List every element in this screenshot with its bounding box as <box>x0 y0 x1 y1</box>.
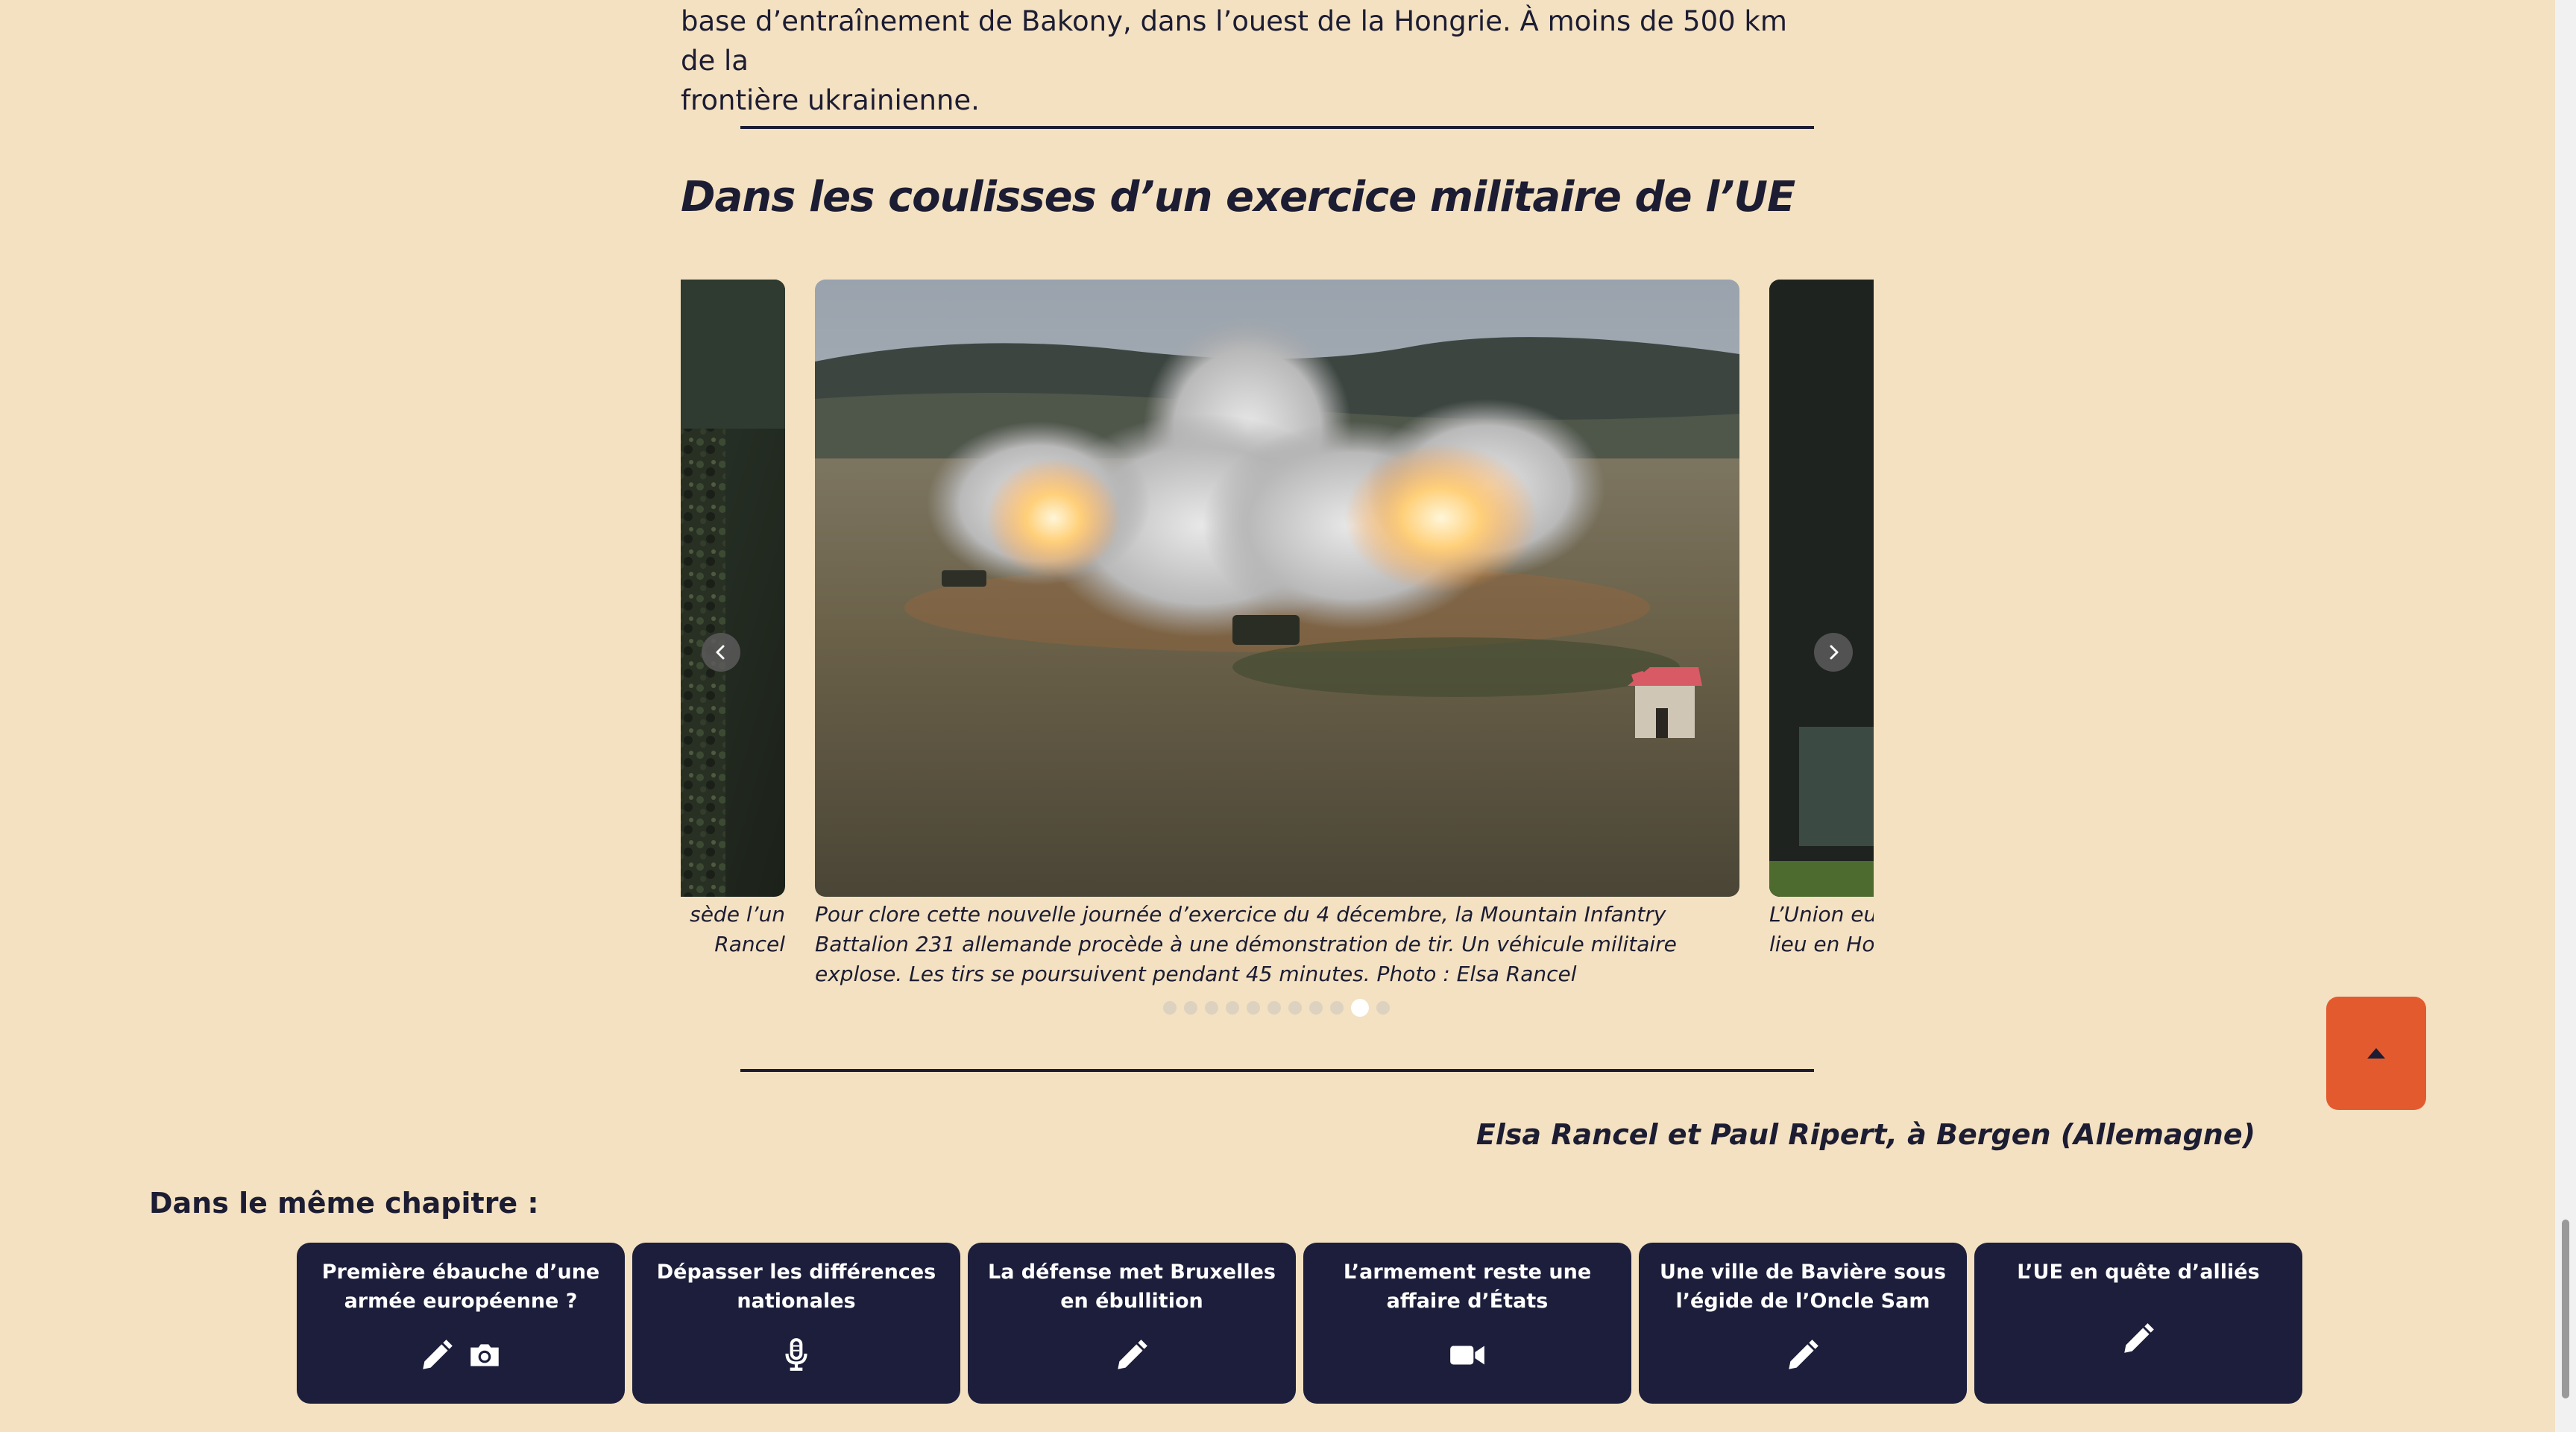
intro-line-2: frontière ukrainienne. <box>681 84 980 116</box>
section-title: Dans les coulisses d’un exercice militai… <box>681 173 1795 221</box>
chapter-card-2[interactable]: Dépasser les différences nationales <box>632 1243 960 1404</box>
carousel-dot[interactable] <box>1226 1001 1239 1015</box>
carousel-slide-next[interactable]: L’Union eur lieu en Hon <box>1769 280 1874 959</box>
carousel-dot[interactable] <box>1376 1001 1390 1015</box>
slide-caption-previous: sède l’un Rancel <box>681 900 785 959</box>
microphone-icon <box>785 1338 807 1371</box>
chapter-card-6[interactable]: L’UE en quête d’alliés <box>1974 1243 2302 1404</box>
card-icons <box>1303 1337 1631 1374</box>
chapter-heading: Dans le même chapitre : <box>149 1187 539 1220</box>
carousel-next-button[interactable] <box>1814 633 1853 672</box>
pencil-icon <box>2124 1323 2154 1353</box>
explosion-photo <box>815 280 1739 897</box>
divider-top <box>740 126 1814 129</box>
slide-caption-next: L’Union eur lieu en Hon <box>1769 900 1874 959</box>
back-to-top-button[interactable] <box>2326 997 2426 1110</box>
divider-bottom <box>740 1069 1814 1072</box>
pencil-icon <box>1789 1340 1818 1369</box>
carousel-dot[interactable] <box>1309 1001 1323 1015</box>
author-byline: Elsa Rancel et Paul Ripert, à Bergen (Al… <box>1476 1118 2255 1151</box>
carousel-dot[interactable] <box>1351 999 1369 1017</box>
card-title: L’armement reste une affaire d’États <box>1343 1261 1592 1313</box>
intro-paragraph: base d’entraînement de Bakony, dans l’ou… <box>681 1 1814 120</box>
arrow-up-icon <box>2367 1048 2385 1059</box>
scrollbar-thumb[interactable] <box>2562 1220 2569 1398</box>
card-icons <box>1639 1337 1967 1374</box>
carousel-dot[interactable] <box>1247 1001 1260 1015</box>
video-camera-icon <box>1450 1346 1484 1365</box>
chapter-cards: Première ébauche d’une armée européenne … <box>297 1243 2302 1404</box>
chevron-left-icon <box>716 645 725 660</box>
chapter-card-3[interactable]: La défense met Bruxelles en ébullition <box>968 1243 1296 1404</box>
carousel-dot[interactable] <box>1205 1001 1218 1015</box>
chapter-card-5[interactable]: Une ville de Bavière sous l’égide de l’O… <box>1639 1243 1967 1404</box>
carousel-dot[interactable] <box>1330 1001 1344 1015</box>
prev-caption-line-2: Rancel <box>714 932 785 956</box>
carousel-prev-button[interactable] <box>702 633 740 672</box>
forest-photo <box>1769 280 1874 897</box>
prev-caption-line-1: sède l’un <box>690 902 785 927</box>
carousel-dot[interactable] <box>1163 1001 1177 1015</box>
chevron-right-icon <box>1830 645 1839 660</box>
carousel-slide-current[interactable]: Pour clore cette nouvelle journée d’exer… <box>815 280 1739 989</box>
carousel-dot[interactable] <box>1288 1001 1302 1015</box>
next-caption-line-2: lieu en Hon <box>1769 932 1874 956</box>
carousel-pagination <box>1163 999 1390 1017</box>
chapter-card-4[interactable]: L’armement reste une affaire d’États <box>1303 1243 1631 1404</box>
carousel-slide-previous[interactable]: sède l’un Rancel <box>681 280 785 959</box>
next-caption-line-1: L’Union eur <box>1769 902 1874 927</box>
pencil-icon <box>423 1340 453 1369</box>
pencil-icon <box>1118 1340 1147 1369</box>
carousel-dot[interactable] <box>1267 1001 1281 1015</box>
card-title: Une ville de Bavière sous l’égide de l’O… <box>1660 1261 1946 1313</box>
slide-caption-current: Pour clore cette nouvelle journée d’exer… <box>815 902 1677 986</box>
article-page: base d’entraînement de Bakony, dans l’ou… <box>0 0 2576 1432</box>
camera-icon <box>470 1344 499 1366</box>
card-icons <box>632 1337 960 1374</box>
chapter-card-1[interactable]: Première ébauche d’une armée européenne … <box>297 1243 625 1404</box>
card-title: Dépasser les différences nationales <box>656 1261 936 1313</box>
carousel-dot[interactable] <box>1184 1001 1197 1015</box>
photo-carousel: sède l’un Rancel Pour clore cette nouvel… <box>681 280 1874 995</box>
intro-line-1: base d’entraînement de Bakony, dans l’ou… <box>681 5 1787 77</box>
camouflage-photo <box>681 280 785 897</box>
card-title: Première ébauche d’une armée européenne … <box>321 1261 600 1313</box>
card-icons <box>297 1337 625 1374</box>
card-title: La défense met Bruxelles en ébullition <box>987 1261 1276 1313</box>
scrollbar[interactable] <box>2555 0 2576 1432</box>
card-icons <box>1974 1320 2302 1357</box>
card-title: L’UE en quête d’alliés <box>2017 1261 2260 1284</box>
card-icons <box>968 1337 1296 1374</box>
